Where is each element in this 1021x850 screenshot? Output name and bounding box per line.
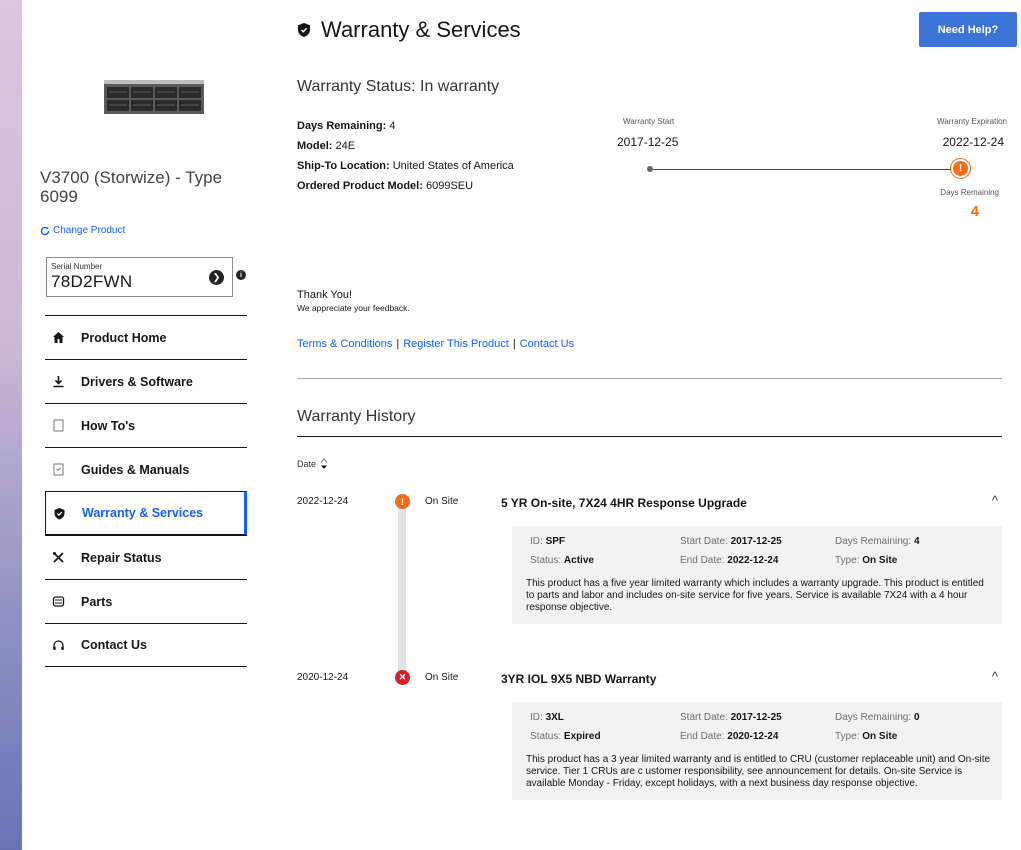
divider (297, 436, 1002, 437)
fact-days-remaining: Days Remaining: 4 (297, 120, 396, 132)
product-name: V3700 (Storwize) - Type 6099 (40, 168, 223, 206)
change-product-link[interactable]: Change Product (40, 225, 125, 236)
warning-icon: ! (395, 494, 410, 509)
nav-label: Contact Us (81, 638, 147, 652)
detail-status: Status: Active (530, 555, 594, 566)
warranty-status: Warranty Status: In warranty (297, 78, 500, 95)
tools-icon (51, 551, 65, 565)
serial-number-value[interactable]: 78D2FWN (51, 272, 132, 292)
detail-id: ID: 3XL (530, 712, 564, 723)
nav-label: Parts (81, 594, 113, 609)
register-link[interactable]: Register This Product (403, 338, 509, 350)
home-icon (51, 331, 65, 345)
nav-label: Warranty & Services (82, 506, 204, 520)
chevron-up-icon[interactable]: ^ (992, 493, 998, 508)
warning-icon: ! (950, 158, 971, 179)
warranty-timeline: Warranty Start 2017-12-25 Warranty Expir… (617, 117, 1007, 227)
nav-item-drivers-software[interactable]: Drivers & Software (45, 359, 247, 403)
sidebar-nav: Product Home Drivers & Software How To's… (45, 315, 247, 667)
feedback-subtitle: We appreciate your feedback. (297, 303, 410, 313)
date-sort-button[interactable]: Date (297, 458, 328, 470)
entry-type: On Site (425, 496, 459, 507)
parts-icon (51, 595, 65, 609)
nav-item-product-home[interactable]: Product Home (45, 315, 247, 359)
link-separator: | (396, 338, 400, 350)
serial-number-field[interactable]: Serial Number 78D2FWN ❯ (46, 257, 233, 297)
entry-details: ID: 3XL Start Date: 2017-12-25 Days Rema… (512, 702, 1002, 800)
chevron-up-icon[interactable]: ^ (992, 669, 998, 684)
nav-label: Repair Status (81, 550, 162, 565)
history-title: Warranty History (297, 408, 416, 425)
terms-link[interactable]: Terms & Conditions (297, 338, 392, 350)
entry-details: ID: SPF Start Date: 2017-12-25 Days Rema… (512, 526, 1002, 624)
detail-start-date: Start Date: 2017-12-25 (680, 712, 782, 723)
need-help-button[interactable]: Need Help? (919, 12, 1017, 47)
detail-id: ID: SPF (530, 536, 566, 547)
entry-name: 3YR IOL 9X5 NBD Warranty (501, 672, 657, 686)
nav-item-repair-status[interactable]: Repair Status (45, 535, 247, 579)
page: V3700 (Storwize) - Type 6099 Change Prod… (22, 0, 1021, 850)
link-separator: | (512, 338, 516, 350)
nav-label: Product Home (81, 330, 167, 345)
nav-label: Drivers & Software (81, 374, 193, 389)
error-icon: ✕ (395, 670, 410, 685)
footer-links: Terms & Conditions | Register This Produ… (297, 338, 574, 350)
product-image (104, 80, 204, 114)
sort-icon (320, 458, 328, 469)
warranty-expiration-value: 2022-12-24 (942, 135, 1004, 149)
nav-item-parts[interactable]: Parts (45, 579, 247, 623)
nav-label: How To's (81, 418, 136, 433)
timeline-start-dot (647, 166, 653, 172)
nav-label: Guides & Manuals (81, 462, 190, 477)
detail-end-date: End Date: 2020-12-24 (680, 731, 779, 742)
fact-model: Model: 24E (297, 140, 356, 152)
serial-number-label: Serial Number (51, 262, 103, 271)
days-remaining-label: Days Remaining (940, 188, 999, 197)
detail-type: Type: On Site (835, 555, 898, 566)
shield-icon (298, 23, 310, 37)
entry-name: 5 YR On-site, 7X24 4HR Response Upgrade (501, 496, 747, 510)
warranty-start-label: Warranty Start (623, 117, 675, 126)
detail-end-date: End Date: 2022-12-24 (680, 555, 779, 566)
days-remaining-value: 4 (970, 203, 979, 220)
fact-ordered-model: Ordered Product Model: 6099SEU (297, 180, 474, 192)
main-content: Warranty & Services Need Help? Warranty … (297, 0, 1017, 850)
detail-start-date: Start Date: 2017-12-25 (680, 536, 782, 547)
sidebar: V3700 (Storwize) - Type 6099 Change Prod… (22, 0, 248, 850)
detail-status: Status: Expired (530, 731, 601, 742)
headset-icon (51, 638, 65, 652)
fact-ship-to: Ship-To Location: United States of Ameri… (297, 160, 514, 172)
page-title: Warranty & Services (321, 17, 521, 42)
warranty-start-value: 2017-12-25 (617, 135, 679, 149)
nav-item-contact-us[interactable]: Contact Us (45, 623, 247, 667)
nav-item-warranty-services[interactable]: Warranty & Services (45, 491, 247, 535)
entry-description: This product has a 3 year limited warran… (526, 754, 991, 789)
document-icon (51, 419, 65, 433)
change-product-label: Change Product (53, 225, 126, 236)
detail-days-remaining: Days Remaining: 0 (835, 712, 920, 723)
refresh-icon (40, 226, 50, 235)
feedback-title: Thank You! (297, 289, 353, 301)
entry-date: 2020-12-24 (297, 672, 349, 683)
shield-icon (52, 506, 66, 520)
nav-item-how-tos[interactable]: How To's (45, 403, 247, 447)
divider (297, 378, 1002, 379)
nav-item-guides-manuals[interactable]: Guides & Manuals (45, 447, 247, 491)
page-header: Warranty & Services (297, 17, 521, 43)
timeline-bar (650, 169, 953, 170)
contact-link[interactable]: Contact Us (520, 338, 574, 350)
arrow-right-icon[interactable]: ❯ (209, 270, 224, 285)
entry-type: On Site (425, 672, 459, 683)
detail-days-remaining: Days Remaining: 4 (835, 536, 920, 547)
date-sort-label: Date (297, 459, 317, 469)
detail-type: Type: On Site (835, 731, 898, 742)
history-timeline-line (398, 505, 406, 675)
entry-description: This product has a five year limited war… (526, 578, 984, 613)
warranty-facts: Days Remaining: 4 Model: 24E Ship-To Loc… (297, 116, 514, 196)
entry-date: 2022-12-24 (297, 496, 349, 507)
warranty-expiration-label: Warranty Expiration (937, 117, 1007, 126)
download-icon (51, 375, 65, 389)
manual-icon (51, 463, 65, 477)
info-icon[interactable]: i (236, 270, 246, 280)
